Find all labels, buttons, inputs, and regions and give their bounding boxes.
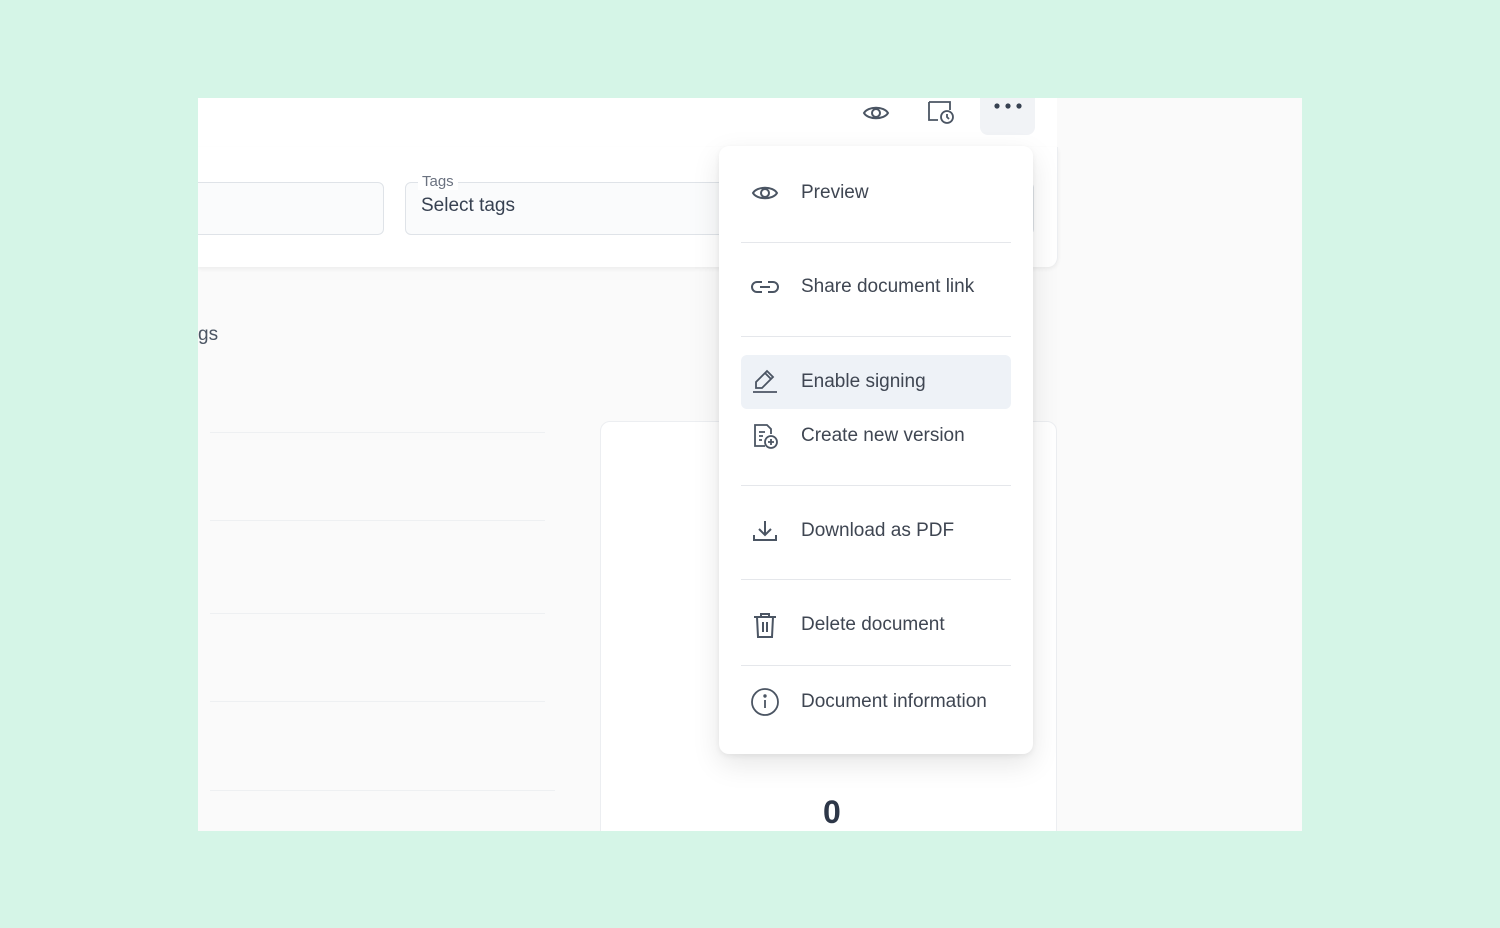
menu-item-label: Delete document xyxy=(801,614,945,635)
table-row xyxy=(210,613,545,614)
menu-item-download-pdf[interactable]: Download as PDF xyxy=(741,504,1011,558)
menu-item-label: Download as PDF xyxy=(801,520,955,541)
menu-divider xyxy=(741,242,1011,243)
menu-item-label: Share document link xyxy=(801,276,975,297)
menu-item-share-link[interactable]: Share document link xyxy=(741,260,1011,314)
more-options-button[interactable] xyxy=(980,98,1035,135)
table-row xyxy=(210,701,545,702)
menu-divider xyxy=(741,579,1011,580)
signature-icon xyxy=(750,367,780,397)
menu-item-preview[interactable]: Preview xyxy=(741,166,1011,220)
table-row xyxy=(210,790,555,791)
menu-item-label: Document information xyxy=(801,691,987,712)
menu-divider xyxy=(741,665,1011,666)
table-row xyxy=(210,432,545,433)
document-actions-menu: Preview Share document link Enable signi… xyxy=(719,146,1033,754)
menu-item-delete[interactable]: Delete document xyxy=(741,598,1011,652)
filter-field[interactable] xyxy=(198,182,384,235)
menu-divider xyxy=(741,336,1011,337)
menu-item-enable-signing[interactable]: Enable signing xyxy=(741,355,1011,409)
trash-icon xyxy=(750,610,780,640)
eye-icon xyxy=(750,178,780,208)
tags-select[interactable]: Tags Select tags xyxy=(405,173,747,235)
section-label: gs xyxy=(198,324,219,345)
eye-icon[interactable] xyxy=(860,98,892,128)
tags-label: Tags xyxy=(418,173,458,190)
menu-item-document-info[interactable]: Document information xyxy=(741,675,1011,729)
top-toolbar xyxy=(198,98,1057,148)
calendar-clock-icon[interactable] xyxy=(925,98,957,128)
download-icon xyxy=(750,516,780,546)
table-row xyxy=(210,520,545,521)
ellipsis-icon xyxy=(993,103,1022,109)
tags-placeholder: Select tags xyxy=(421,195,515,216)
menu-item-create-version[interactable]: Create new version xyxy=(741,409,1011,463)
menu-item-label: Preview xyxy=(801,182,869,203)
menu-divider xyxy=(741,485,1011,486)
menu-item-label: Enable signing xyxy=(801,371,926,392)
stat-value: 0 xyxy=(823,794,841,830)
file-plus-icon xyxy=(750,421,780,451)
info-icon xyxy=(750,687,780,717)
menu-item-label: Create new version xyxy=(801,425,965,446)
link-icon xyxy=(750,272,780,302)
